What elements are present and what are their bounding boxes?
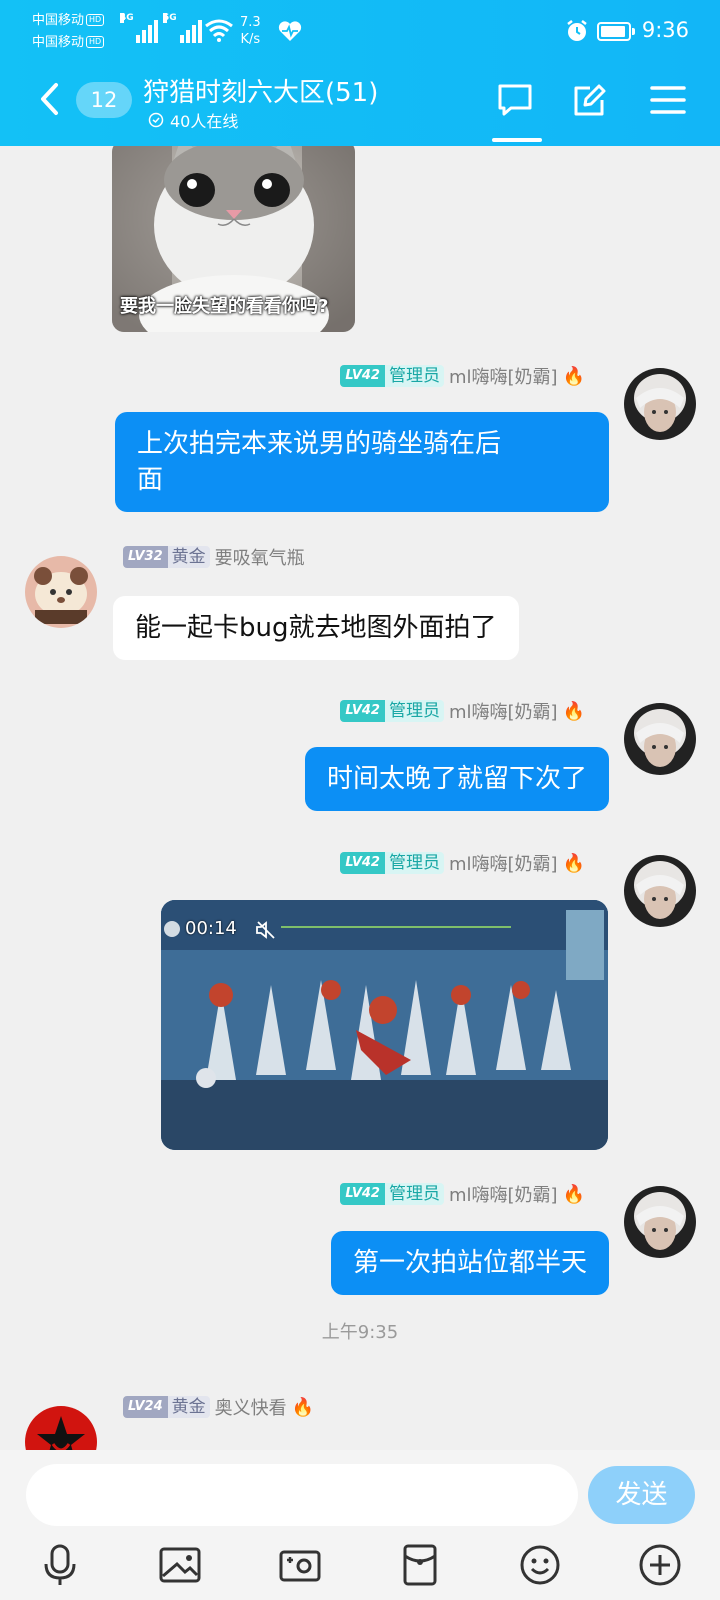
battery-icon — [597, 22, 635, 41]
video-message[interactable]: 00:14 — [161, 900, 608, 1150]
fire-icon: 🔥 — [562, 1183, 585, 1205]
carrier-2: 中国移动 HD — [32, 32, 105, 54]
signal-5g-icon: 5G — [163, 13, 202, 43]
speed-unit: K/s — [240, 32, 261, 47]
sender-info: LV42 管理员 ml嗨嗨[奶霸] 🔥 — [340, 1181, 585, 1207]
message-bubble[interactable]: 时间太晚了就留下次了 — [304, 747, 609, 811]
level-badge: LV42 — [340, 852, 385, 874]
message-bubble[interactable]: 第一次拍站位都半天 — [330, 1231, 609, 1295]
sender-info: LV32 黄金 要吸氧气瓶 — [123, 544, 305, 570]
plus-icon[interactable] — [637, 1542, 683, 1588]
microphone-icon[interactable] — [37, 1542, 83, 1588]
level-badge: LV24 — [123, 1396, 168, 1418]
sender-name[interactable]: ml嗨嗨[奶霸] — [449, 363, 558, 389]
role-badge: 黄金 — [167, 546, 210, 568]
avatar[interactable] — [624, 368, 696, 440]
sender-info: LV42 管理员 ml嗨嗨[奶霸] 🔥 — [340, 698, 585, 724]
avatar[interactable] — [624, 1186, 696, 1258]
sender-name[interactable]: ml嗨嗨[奶霸] — [449, 1181, 558, 1207]
avatar[interactable] — [25, 556, 97, 628]
role-badge: 管理员 — [384, 852, 444, 874]
sticker-image[interactable]: 要我一脸失望的看看你吗? — [112, 146, 355, 332]
timestamp: 上午9:35 — [321, 1322, 399, 1343]
fire-icon: 🔥 — [562, 365, 585, 387]
chat-icon[interactable] — [495, 80, 535, 120]
unread-count-badge[interactable]: 12 — [76, 82, 132, 118]
hd-badge: HD — [86, 36, 105, 48]
chat-header: 12 狩猎时刻六大区(51) 40人在线 — [0, 60, 720, 146]
sender-name[interactable]: ml嗨嗨[奶霸] — [449, 698, 558, 724]
carrier-1: 中国移动 HD — [32, 10, 105, 32]
edit-icon[interactable] — [570, 80, 610, 120]
heart-rate-icon — [278, 21, 302, 41]
message-bubble[interactable]: 能一起卡bug就去地图外面拍了 — [113, 596, 519, 660]
avatar[interactable] — [25, 1406, 97, 1450]
tab-underline — [492, 138, 542, 142]
fire-icon: 🔥 — [562, 852, 585, 874]
level-badge: LV42 — [340, 365, 385, 387]
network-type-2: 5G — [163, 13, 177, 23]
fire-icon: 🔥 — [562, 700, 585, 722]
hd-badge: HD — [86, 14, 105, 26]
top-bar: 中国移动 HD 中国移动 HD 4G 5G 7.3 K/s 9:36 12 狩猎… — [0, 0, 720, 146]
sender-name[interactable]: ml嗨嗨[奶霸] — [449, 850, 558, 876]
role-badge: 黄金 — [167, 1396, 210, 1418]
online-count: 40人在线 — [148, 108, 238, 132]
role-badge: 管理员 — [384, 1183, 444, 1205]
avatar[interactable] — [624, 855, 696, 927]
message-bubble[interactable]: 上次拍完本来说男的骑坐骑在后 面 — [115, 412, 609, 512]
emoji-icon[interactable] — [517, 1542, 563, 1588]
sticker-caption: 要我一脸失望的看看你吗? — [120, 296, 329, 317]
image-icon[interactable] — [157, 1542, 203, 1588]
back-icon[interactable] — [36, 80, 64, 118]
avatar[interactable] — [624, 703, 696, 775]
send-button[interactable]: 发送 — [588, 1466, 695, 1524]
sender-name[interactable]: 奥义快看 — [215, 1394, 287, 1420]
role-badge: 管理员 — [384, 365, 444, 387]
clock: 9:36 — [641, 18, 689, 42]
camera-icon[interactable] — [277, 1542, 323, 1588]
input-bar: 发送 — [0, 1450, 720, 1600]
mute-icon[interactable] — [255, 920, 277, 940]
network-speed: 7.3 K/s — [240, 14, 261, 48]
role-badge: 管理员 — [384, 700, 444, 722]
status-bar: 中国移动 HD 中国移动 HD 4G 5G 7.3 K/s 9:36 — [0, 0, 720, 60]
online-count-label: 40人在线 — [170, 112, 239, 131]
sender-name[interactable]: 要吸氧气瓶 — [215, 544, 305, 570]
wifi-icon — [205, 19, 233, 42]
alarm-icon — [567, 20, 587, 41]
fire-icon: 🔥 — [291, 1396, 315, 1418]
message-list[interactable]: 要我一脸失望的看看你吗? LV42 管理员 ml嗨嗨[奶霸] 🔥 上次拍完本来说男… — [0, 146, 720, 1450]
sender-info: LV42 管理员 ml嗨嗨[奶霸] 🔥 — [340, 850, 585, 876]
check-circle-icon — [148, 112, 164, 128]
level-badge: LV32 — [123, 546, 168, 568]
sender-info: LV42 管理员 ml嗨嗨[奶霸] 🔥 — [340, 363, 585, 389]
speed-value: 7.3 — [240, 15, 261, 30]
message-input[interactable] — [26, 1464, 578, 1526]
network-type-1: 4G — [120, 13, 134, 23]
play-indicator-icon — [164, 921, 180, 937]
video-duration: 00:14 — [185, 918, 237, 939]
level-badge: LV42 — [340, 700, 385, 722]
red-packet-icon[interactable] — [397, 1542, 443, 1588]
carrier-2-label: 中国移动 — [32, 35, 85, 50]
signal-4g-icon: 4G — [120, 13, 158, 43]
level-badge: LV42 — [340, 1183, 385, 1205]
group-title[interactable]: 狩猎时刻六大区(51) — [143, 72, 378, 109]
sender-info: LV24 黄金 奥义快看 🔥 — [123, 1394, 314, 1420]
menu-icon[interactable] — [648, 80, 688, 120]
carrier-1-label: 中国移动 — [32, 13, 85, 28]
